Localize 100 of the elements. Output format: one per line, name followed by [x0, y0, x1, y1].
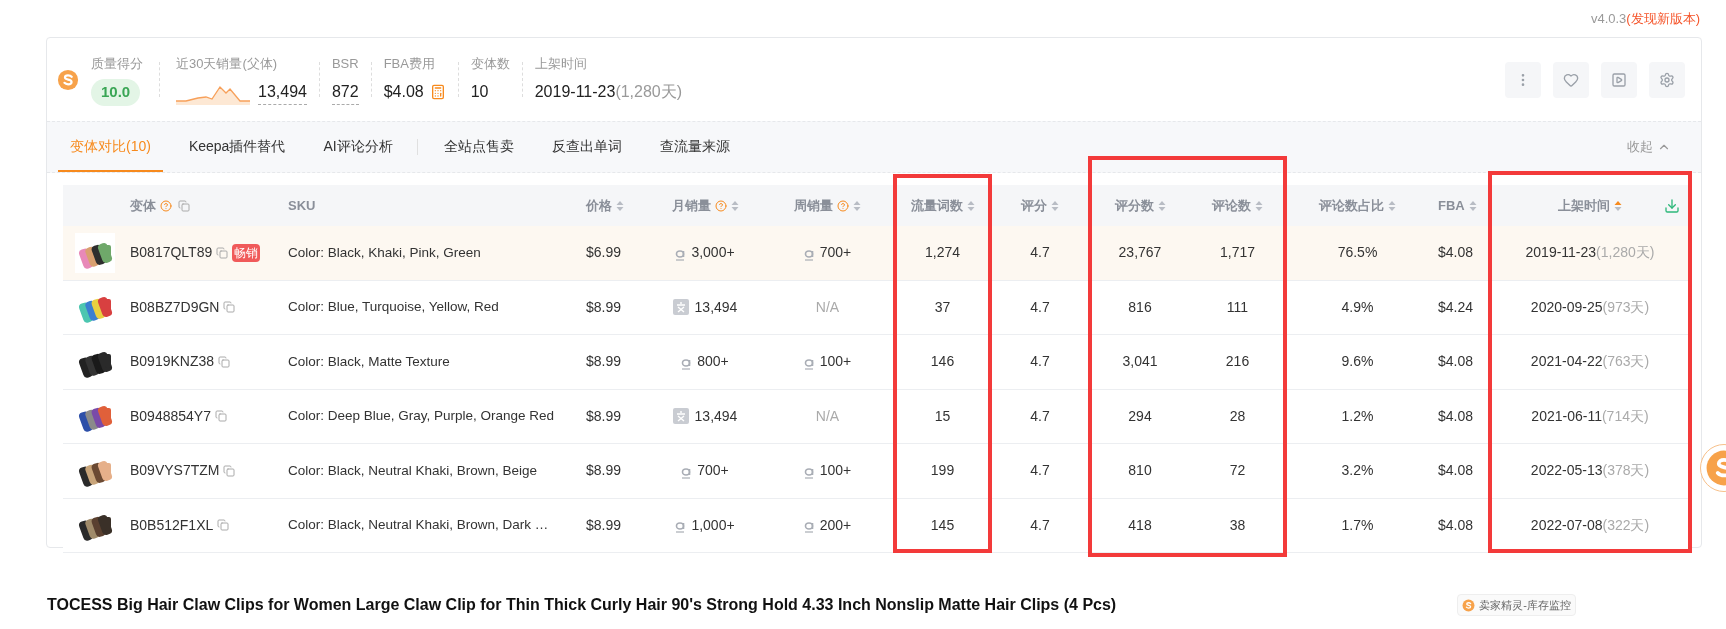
help-icon[interactable]	[160, 199, 172, 212]
asin-text: B0817QLT89	[130, 243, 213, 263]
stat-value: 872	[331, 79, 359, 105]
stat-label: 近30天销量(父体)	[176, 54, 279, 73]
column-header: 变体	[130, 196, 156, 215]
table-cell-text: 2019-11-23(1,280天)	[1524, 243, 1656, 263]
sort-icon[interactable]	[1255, 199, 1263, 212]
stat-label: BSR	[331, 54, 359, 73]
copy-icon[interactable]	[218, 355, 231, 368]
tab[interactable]: 全站点售卖	[431, 122, 526, 172]
table-cell-text: 294	[1127, 406, 1153, 426]
table-cell-text: 418	[1127, 515, 1153, 535]
stat-label: 上架时间	[534, 54, 588, 73]
column-header: 月销量	[671, 196, 711, 215]
heart-icon	[1563, 71, 1579, 88]
table-cell-text: $8.99	[585, 461, 623, 481]
table-cell-text: Color: Black, Neutral Khaki, Brown, Beige	[287, 461, 539, 480]
asin-text: B0948854Y7	[130, 406, 211, 426]
tab[interactable]: AI评论分析	[311, 122, 405, 172]
help-icon[interactable]	[837, 199, 849, 212]
table-row[interactable]: B0817QLT89 畅销 Color: Black, Khaki, Pink, Green $6.99 3,000+ 700+ 1,274 4.7 23,767 1,717 76.5% $4.08 2019-11-23(1,280天)	[63, 226, 1690, 281]
tab[interactable]: 查流量来源	[647, 122, 742, 172]
asin-text: B08BZ7D9GN	[130, 297, 220, 317]
copy-icon[interactable]	[223, 464, 236, 477]
table-cell-text: 4.9%	[1340, 297, 1375, 317]
copy-icon[interactable]	[216, 246, 229, 259]
table-cell-text: 810	[1127, 461, 1153, 481]
table-cell-text: 72	[1228, 461, 1247, 481]
table-cell-text: 2022-05-13(378天)	[1529, 461, 1651, 481]
table-cell-text: 37	[933, 297, 952, 317]
column-header: 上架时间	[1558, 196, 1610, 215]
calculator-icon[interactable]	[429, 84, 446, 101]
table-cell-text: 1.2%	[1340, 406, 1375, 426]
table-cell-text: $8.99	[585, 406, 623, 426]
sort-icon[interactable]	[853, 199, 861, 212]
tab[interactable]: Keepa插件替代	[176, 122, 298, 172]
table-cell-text: 1,274	[923, 243, 961, 263]
settings-button[interactable]	[1649, 61, 1685, 98]
table-cell-text: 1.7%	[1340, 515, 1375, 535]
column-header: 评论数	[1212, 196, 1251, 215]
table-cell-text: 800+	[697, 352, 729, 372]
stat-value: 2019-11-23(1,280天)	[534, 82, 683, 103]
sort-icon[interactable]	[1468, 199, 1477, 212]
table-cell-text: 1,000+	[691, 515, 735, 535]
copy-icon[interactable]	[214, 410, 227, 423]
copy-icon[interactable]	[178, 199, 190, 212]
sort-icon[interactable]	[616, 199, 624, 212]
more-button[interactable]	[1505, 61, 1541, 98]
table-cell-text: 9.6%	[1340, 352, 1375, 372]
update-link[interactable]: (发现新版本)	[1626, 8, 1700, 29]
asin-text: B0B512F1XL	[130, 515, 214, 535]
table-cell-text: 4.7	[1029, 406, 1051, 426]
sort-icon[interactable]	[1051, 199, 1059, 212]
download-icon[interactable]	[1664, 197, 1680, 214]
table-cell-text: 2021-06-11(714天)	[1530, 406, 1650, 426]
stat-value: $4.08	[383, 82, 424, 103]
column-header: FBA	[1438, 196, 1465, 215]
column-header: 评分	[1021, 196, 1047, 215]
play-icon	[1611, 71, 1627, 88]
table-cell-text: 4.7	[1029, 297, 1051, 317]
table-cell-text: 3,000+	[691, 243, 735, 263]
table-cell-text: 816	[1127, 297, 1153, 317]
table-cell-text: $8.99	[585, 352, 623, 372]
tab[interactable]: 反查出单词	[539, 122, 634, 172]
table-cell-text: 100+	[819, 461, 852, 481]
table-cell-text: 2022-07-08(322天)	[1529, 515, 1651, 535]
sort-icon[interactable]	[966, 199, 975, 212]
table-cell-text: 700+	[697, 461, 729, 481]
copy-icon[interactable]	[223, 301, 236, 314]
table-cell-text: 4.7	[1029, 243, 1051, 263]
table-cell-text: $4.24	[1437, 297, 1475, 317]
table-cell-text: 23,767	[1117, 243, 1163, 263]
table-cell-text: 700+	[819, 243, 852, 263]
table-cell-text: 100+	[819, 352, 852, 372]
column-header: SKU	[288, 196, 316, 215]
video-button[interactable]	[1601, 61, 1637, 98]
table-cell-text: 13,494	[694, 297, 738, 317]
sort-icon[interactable]	[1614, 199, 1622, 212]
table-cell-text: 200+	[819, 515, 852, 535]
sort-icon[interactable]	[1388, 199, 1396, 212]
sort-icon[interactable]	[730, 199, 739, 212]
table-cell-text: 13,494	[694, 406, 738, 426]
table-cell-text: 28	[1228, 406, 1247, 426]
table-cell-text: 38	[1228, 515, 1247, 535]
asin-text: B09VYS7TZM	[130, 461, 220, 481]
monitor-tag[interactable]: 卖家精灵-库存监控	[1457, 593, 1576, 617]
column-header: 价格	[586, 196, 612, 215]
help-icon[interactable]	[714, 199, 727, 212]
stat-value: 10	[470, 82, 489, 103]
table-cell-text: $4.08	[1437, 461, 1475, 481]
favorite-button[interactable]	[1553, 61, 1589, 98]
column-header: 评分数	[1114, 196, 1154, 215]
sort-icon[interactable]	[1157, 199, 1166, 212]
copy-icon[interactable]	[217, 519, 230, 532]
table-cell-text: $4.08	[1437, 406, 1475, 426]
column-header: 周销量	[794, 196, 833, 215]
table-cell-text: 199	[929, 461, 956, 481]
version-text: v4.0.3	[1590, 9, 1627, 28]
stat-label: 变体数	[470, 54, 510, 73]
table-cell-text: 216	[1224, 352, 1251, 372]
